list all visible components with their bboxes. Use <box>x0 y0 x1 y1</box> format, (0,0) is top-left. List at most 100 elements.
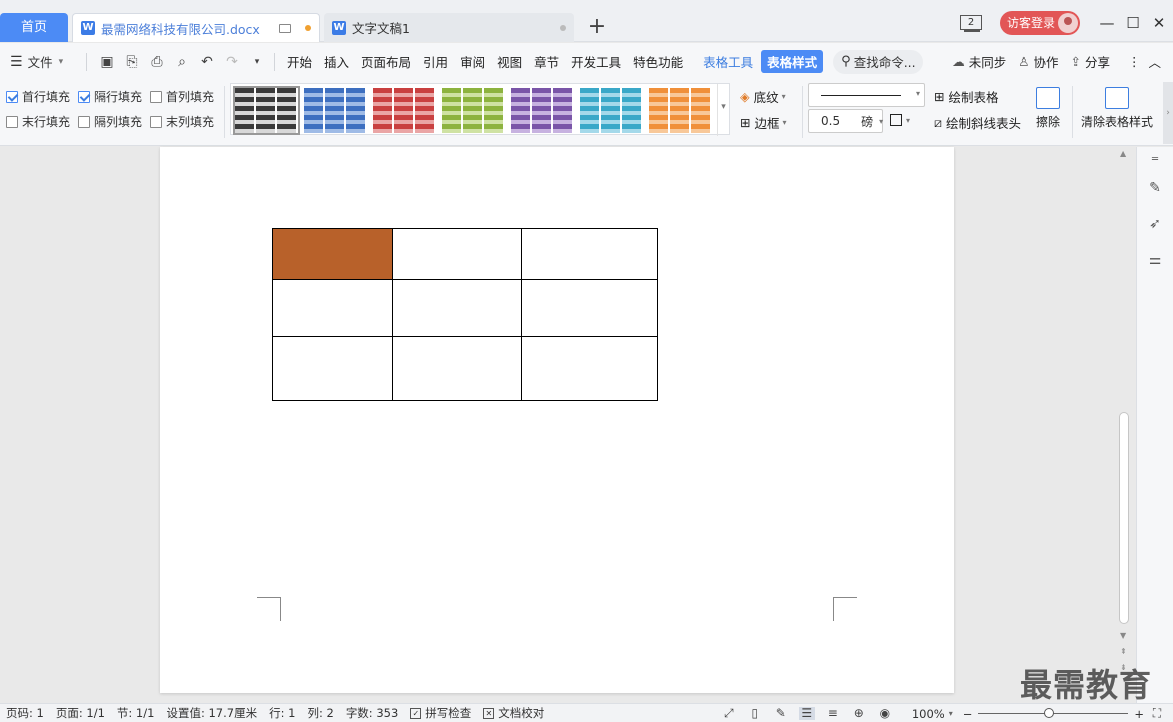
visitor-login-button[interactable]: 访客登录 <box>1000 11 1080 35</box>
collapse-ribbon-icon[interactable]: ︿ <box>1148 52 1161 71</box>
web-view-icon[interactable]: ⊕ <box>851 707 867 720</box>
status-word-count[interactable]: 字数: 353 <box>346 705 398 721</box>
table-cell[interactable] <box>392 228 522 280</box>
menu-start[interactable]: 开始 <box>281 52 318 71</box>
scroll-down-icon[interactable]: ▼ <box>1120 631 1126 640</box>
table-cell[interactable] <box>392 336 522 401</box>
checkbox-last-column[interactable]: 末列填充 <box>150 113 214 130</box>
document-page[interactable] <box>160 147 954 693</box>
menu-section[interactable]: 章节 <box>528 52 565 71</box>
zoom-in-icon[interactable]: + <box>1134 707 1144 721</box>
spell-check-button[interactable]: ✓ 拼写检查 <box>410 705 471 721</box>
menu-references[interactable]: 引用 <box>417 52 454 71</box>
table-style-swatch[interactable] <box>233 86 300 135</box>
table-style-swatch[interactable] <box>580 88 643 133</box>
menu-table-tools[interactable]: 表格工具 <box>697 52 759 71</box>
tab-document-active[interactable]: W 最需网络科技有限公司.docx <box>72 13 320 42</box>
table-style-swatch[interactable] <box>304 88 367 133</box>
zoom-out-icon[interactable]: − <box>963 707 973 721</box>
border-color-button[interactable]: ▾ <box>890 114 910 126</box>
unsynced-button[interactable]: ☁ 未同步 <box>952 52 1006 71</box>
save-icon[interactable]: ▣ <box>96 51 118 73</box>
cursor-icon[interactable]: ➶ <box>1146 215 1164 233</box>
menu-features[interactable]: 特色功能 <box>627 52 689 71</box>
tab-home[interactable]: 首页 <box>0 13 68 42</box>
checkbox-first-row[interactable]: 首行填充 <box>6 88 70 105</box>
scrollbar-thumb[interactable] <box>1119 412 1129 624</box>
fit-window-icon[interactable]: ⛶ <box>1149 707 1165 720</box>
fullscreen-icon[interactable]: ⤢ <box>721 707 737 720</box>
table-style-swatch[interactable] <box>511 88 574 133</box>
print-icon[interactable]: ⎙ <box>146 51 168 73</box>
monitor-icon[interactable] <box>279 23 291 33</box>
table-cell[interactable] <box>392 279 522 337</box>
redo-icon[interactable]: ↷ <box>221 51 243 73</box>
status-setting-value[interactable]: 设置值: 17.7厘米 <box>166 705 257 721</box>
previous-page-icon[interactable]: ⇞ <box>1120 647 1127 656</box>
status-pages[interactable]: 页面: 1/1 <box>56 705 105 721</box>
window-count-button[interactable]: 2 <box>960 15 982 32</box>
settings-sliders-icon[interactable]: ⚌ <box>1146 251 1164 269</box>
file-menu[interactable]: ☰ 文件 ▾ <box>10 52 80 71</box>
eraser-button[interactable]: 擦除 <box>1036 87 1060 130</box>
table-cell[interactable] <box>272 336 393 401</box>
quick-access-more-icon[interactable]: ▾ <box>246 51 268 73</box>
table-cell[interactable] <box>521 279 658 337</box>
export-icon[interactable]: ⎘ <box>121 51 143 73</box>
checkbox-alternate-columns[interactable]: 隔列填充 <box>78 113 142 130</box>
print-preview-icon[interactable]: ⌕ <box>171 51 193 73</box>
draw-table-button[interactable]: ⊞ 绘制表格 <box>934 87 999 106</box>
status-column[interactable]: 列: 2 <box>307 705 333 721</box>
scroll-up-icon[interactable]: ▲ <box>1120 149 1126 158</box>
menu-page-layout[interactable]: 页面布局 <box>355 52 417 71</box>
read-mode-icon[interactable]: ▯ <box>747 707 763 720</box>
draw-diagonal-button[interactable]: ⧄ 绘制斜线表头 <box>934 113 1021 132</box>
tab-document-second[interactable]: W 文字文稿1 <box>324 13 574 42</box>
clear-table-style-button[interactable]: 清除表格样式 <box>1081 87 1153 130</box>
menu-developer[interactable]: 开发工具 <box>565 52 627 71</box>
table-style-swatch[interactable] <box>373 88 436 133</box>
minimize-button[interactable]: — <box>1096 12 1118 34</box>
checkbox-last-row[interactable]: 末行填充 <box>6 113 70 130</box>
menu-insert[interactable]: 插入 <box>318 52 355 71</box>
maximize-button[interactable]: ☐ <box>1122 12 1144 34</box>
menu-review[interactable]: 审阅 <box>454 52 491 71</box>
pen-icon[interactable]: ✎ <box>1146 179 1164 197</box>
undo-icon[interactable]: ↶ <box>196 51 218 73</box>
close-button[interactable]: ✕ <box>1148 12 1170 34</box>
line-weight-select[interactable]: 0.5 磅 ▾ <box>808 109 883 133</box>
new-tab-button[interactable]: + <box>586 14 608 40</box>
eraser-icon <box>1036 87 1060 109</box>
page-view-icon[interactable]: ☰ <box>798 707 815 720</box>
table-cell[interactable] <box>521 336 658 401</box>
line-style-select[interactable]: ▾ <box>808 83 925 107</box>
collab-button[interactable]: ♙ 协作 <box>1018 52 1058 71</box>
vertical-scrollbar[interactable]: ▲ ▼ ⇞ ⇟ <box>1116 147 1132 703</box>
table-cell[interactable] <box>272 279 393 337</box>
zoom-slider[interactable] <box>978 708 1129 718</box>
menu-view[interactable]: 视图 <box>491 52 528 71</box>
shading-button[interactable]: ◈ 底纹 ▾ <box>740 87 786 106</box>
table-cell[interactable] <box>272 228 393 280</box>
search-command[interactable]: ⚲ 查找命令... <box>833 49 924 74</box>
table-cell[interactable] <box>521 228 658 280</box>
more-icon[interactable]: ⋮ <box>1128 54 1141 69</box>
eye-protection-icon[interactable]: ◉ <box>877 707 893 720</box>
border-button[interactable]: ⊞ 边框 ▾ <box>740 113 787 132</box>
proofread-button[interactable]: ✕ 文档校对 <box>483 705 544 721</box>
table-style-swatch[interactable] <box>649 88 712 133</box>
gallery-more-icon[interactable]: ▾ <box>717 84 729 136</box>
checkbox-alternate-rows[interactable]: 隔行填充 <box>78 88 142 105</box>
edit-mode-icon[interactable]: ✎ <box>773 707 789 720</box>
table-style-swatch[interactable] <box>442 88 505 133</box>
share-button[interactable]: ⇪ 分享 <box>1070 52 1110 71</box>
checkbox-first-column[interactable]: 首列填充 <box>150 88 214 105</box>
status-page-number[interactable]: 页码: 1 <box>6 705 44 721</box>
zoom-slider-handle[interactable] <box>1044 708 1055 718</box>
zoom-level[interactable]: 100% <box>912 707 945 721</box>
ribbon-scroll-right-icon[interactable]: › <box>1163 82 1173 144</box>
status-section[interactable]: 节: 1/1 <box>117 705 155 721</box>
menu-table-style[interactable]: 表格样式 <box>761 50 824 73</box>
status-row[interactable]: 行: 1 <box>269 705 295 721</box>
outline-view-icon[interactable]: ≡ <box>825 707 841 720</box>
